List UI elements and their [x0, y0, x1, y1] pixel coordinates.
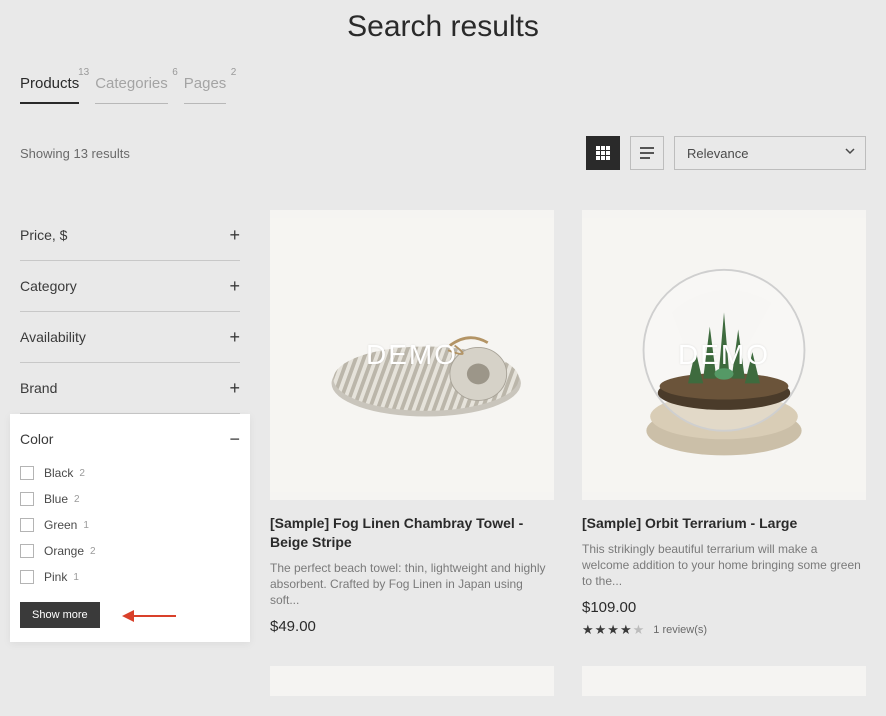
- next-row-peek: [270, 666, 866, 696]
- list-icon: [639, 145, 655, 161]
- color-options: Black 2 Blue 2 Green 1: [20, 460, 240, 596]
- rating-row: ★★★★★ 1 review(s): [582, 622, 866, 638]
- toolbar: Showing 13 results Relevance: [20, 136, 866, 170]
- filter-label: Color: [20, 431, 53, 447]
- option-count: 1: [83, 520, 89, 531]
- option-count: 2: [74, 494, 80, 505]
- product-card-peek: [582, 666, 866, 696]
- demo-watermark: DEMO: [366, 339, 458, 371]
- product-card[interactable]: DEMO [Sample] Fog Linen Chambray Towel -…: [270, 210, 554, 638]
- filter-label: Category: [20, 278, 77, 294]
- filter-brand: Brand +: [20, 363, 240, 414]
- product-image: DEMO: [582, 210, 866, 500]
- tab-label: Pages: [184, 75, 227, 92]
- option-label: Green: [44, 518, 77, 532]
- filter-color-toggle[interactable]: Color −: [20, 414, 240, 460]
- product-image: DEMO: [270, 210, 554, 500]
- filter-price-toggle[interactable]: Price, $ +: [20, 210, 240, 260]
- tab-pages[interactable]: Pages 2: [184, 69, 227, 104]
- product-description: The perfect beach towel: thin, lightweig…: [270, 560, 554, 609]
- color-option-blue[interactable]: Blue 2: [20, 486, 240, 512]
- option-label: Orange: [44, 544, 84, 558]
- color-option-orange[interactable]: Orange 2: [20, 538, 240, 564]
- checkbox-icon: [20, 492, 34, 506]
- product-title: [Sample] Fog Linen Chambray Towel - Beig…: [270, 514, 554, 552]
- filter-label: Brand: [20, 380, 57, 396]
- search-tabs: Products 13 Categories 6 Pages 2: [20, 69, 866, 104]
- filter-category: Category +: [20, 261, 240, 312]
- results-count: Showing 13 results: [20, 146, 130, 161]
- grid-view-button[interactable]: [586, 136, 620, 170]
- option-label: Pink: [44, 570, 67, 584]
- annotation-arrow-icon: [122, 606, 176, 626]
- filter-label: Availability: [20, 329, 86, 345]
- grid-icon: [595, 145, 611, 161]
- option-label: Black: [44, 466, 73, 480]
- filter-brand-toggle[interactable]: Brand +: [20, 363, 240, 413]
- tab-categories[interactable]: Categories 6: [95, 69, 168, 104]
- color-option-black[interactable]: Black 2: [20, 460, 240, 486]
- checkbox-icon: [20, 518, 34, 532]
- product-card-peek: [270, 666, 554, 696]
- checkbox-icon: [20, 544, 34, 558]
- plus-icon: +: [229, 379, 240, 397]
- sort-select[interactable]: Relevance: [674, 136, 866, 170]
- show-more-button[interactable]: Show more: [20, 602, 100, 628]
- plus-icon: +: [229, 328, 240, 346]
- list-view-button[interactable]: [630, 136, 664, 170]
- filter-category-toggle[interactable]: Category +: [20, 261, 240, 311]
- star-rating: ★★★★★: [582, 622, 645, 638]
- product-price: $109.00: [582, 599, 866, 616]
- tab-count: 2: [231, 67, 237, 78]
- minus-icon: −: [229, 430, 240, 448]
- filter-availability: Availability +: [20, 312, 240, 363]
- filter-label: Price, $: [20, 227, 67, 243]
- product-description: This strikingly beautiful terrarium will…: [582, 541, 866, 590]
- filter-sidebar: Price, $ + Category + Availability + Bra…: [20, 210, 240, 696]
- demo-watermark: DEMO: [678, 339, 770, 371]
- filter-availability-toggle[interactable]: Availability +: [20, 312, 240, 362]
- option-count: 2: [90, 546, 96, 557]
- page-title: Search results: [20, 0, 866, 69]
- option-label: Blue: [44, 492, 68, 506]
- tab-products[interactable]: Products 13: [20, 69, 79, 104]
- tab-count: 6: [172, 67, 178, 78]
- checkbox-icon: [20, 466, 34, 480]
- tab-label: Categories: [95, 75, 168, 92]
- reviews-count: 1 review(s): [653, 624, 707, 636]
- sort-select-wrap: Relevance: [674, 136, 866, 170]
- plus-icon: +: [229, 277, 240, 295]
- color-option-pink[interactable]: Pink 1: [20, 564, 240, 590]
- plus-icon: +: [229, 226, 240, 244]
- filter-price: Price, $ +: [20, 210, 240, 261]
- tab-count: 13: [78, 67, 89, 78]
- filter-color: Color − Black 2 Blue 2: [10, 414, 250, 642]
- product-title: [Sample] Orbit Terrarium - Large: [582, 514, 866, 533]
- checkbox-icon: [20, 570, 34, 584]
- option-count: 1: [73, 572, 79, 583]
- color-option-green[interactable]: Green 1: [20, 512, 240, 538]
- product-price: $49.00: [270, 618, 554, 635]
- product-grid: DEMO [Sample] Fog Linen Chambray Towel -…: [270, 210, 866, 696]
- option-count: 2: [79, 468, 85, 479]
- tab-label: Products: [20, 75, 79, 92]
- product-card[interactable]: DEMO [Sample] Orbit Terrarium - Large Th…: [582, 210, 866, 638]
